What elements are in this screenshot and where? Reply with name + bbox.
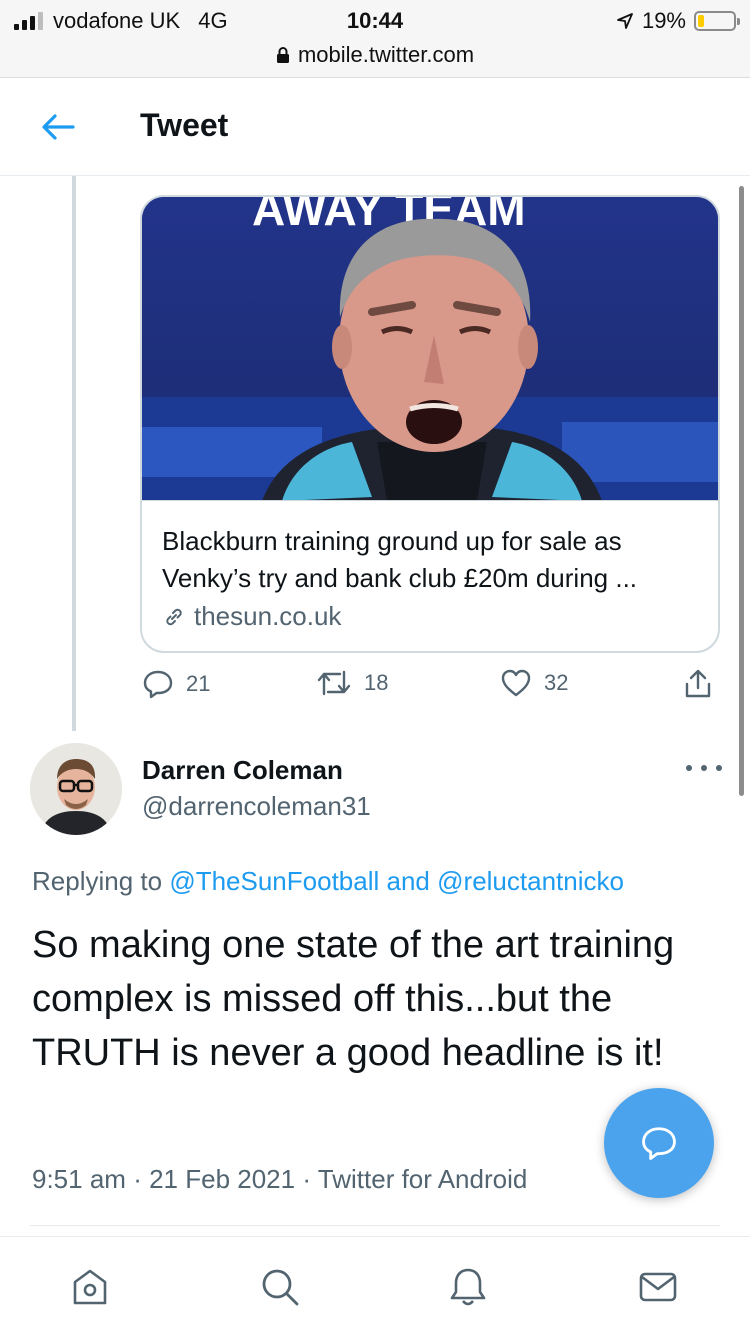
tweet-time[interactable]: 9:51 am <box>32 1164 126 1194</box>
tweet-source: Twitter for Android <box>317 1164 528 1194</box>
more-dot-icon <box>686 765 692 771</box>
url-bar[interactable]: mobile.twitter.com <box>0 42 750 68</box>
more-options-button[interactable] <box>686 756 722 780</box>
author-name[interactable]: Darren Coleman <box>142 755 343 786</box>
tweet-action-bar: 21 18 32 <box>140 668 720 712</box>
arrow-left-icon <box>42 114 75 140</box>
link-card-image: AWAY TEAM <box>142 197 718 501</box>
url-text: mobile.twitter.com <box>297 42 475 67</box>
lock-icon <box>276 47 289 63</box>
reply-count: 21 <box>186 671 211 696</box>
heart-icon <box>501 669 531 697</box>
retweet-icon <box>317 670 351 696</box>
link-icon <box>166 608 182 625</box>
meta-separator: · <box>133 1164 142 1194</box>
battery-icon <box>694 11 740 31</box>
replying-to: Replying to @TheSunFootball and @relucta… <box>32 866 624 897</box>
link-card-title: Blackburn training ground up for sale as… <box>162 526 638 593</box>
bottom-nav <box>0 1236 750 1334</box>
link-card-domain: thesun.co.uk <box>162 601 698 632</box>
share-icon <box>685 669 711 698</box>
messages-icon <box>639 1272 677 1302</box>
tweet-meta: 9:51 am · 21 Feb 2021 · Twitter for Andr… <box>32 1164 527 1195</box>
scrollbar[interactable] <box>739 186 744 796</box>
tweet-date[interactable]: 21 Feb 2021 <box>149 1164 295 1194</box>
avatar-photo <box>30 743 122 835</box>
battery-percent: 19% <box>641 8 686 33</box>
divider <box>30 1225 720 1226</box>
page-header: Tweet <box>0 79 750 176</box>
compose-reply-button[interactable] <box>604 1088 714 1198</box>
location-arrow-icon <box>617 13 633 29</box>
retweet-count: 18 <box>364 670 389 695</box>
replying-prefix: Replying to <box>32 866 163 896</box>
like-button[interactable]: 32 <box>500 668 568 698</box>
status-bar: vodafone UK 4G 10:44 19% mobile.twitter.… <box>0 0 750 78</box>
page-title: Tweet <box>140 107 229 143</box>
nav-home[interactable] <box>66 1263 114 1311</box>
more-dot-icon <box>716 765 722 771</box>
more-dot-icon <box>701 765 707 771</box>
status-bar-right: 19% <box>616 8 740 34</box>
card-photo: AWAY TEAM <box>142 197 718 500</box>
search-icon <box>262 1269 299 1306</box>
back-button[interactable] <box>36 105 80 149</box>
link-card-body: Blackburn training ground up for sale as… <box>142 501 718 632</box>
link-card-domain-text: thesun.co.uk <box>194 601 342 631</box>
meta-separator: · <box>302 1164 312 1194</box>
link-card[interactable]: AWAY TEAM Blackburn training ground up f… <box>140 195 720 653</box>
notifications-icon <box>450 1268 486 1306</box>
mention-link[interactable]: @TheSunFootball <box>169 866 379 896</box>
retweet-button[interactable]: 18 <box>316 668 388 698</box>
mention-link[interactable]: @reluctantnicko <box>437 866 624 896</box>
mention-and: and <box>386 866 430 896</box>
like-count: 32 <box>544 670 569 695</box>
home-icon <box>73 1269 107 1305</box>
author-handle[interactable]: @darrencoleman31 <box>142 791 371 822</box>
nav-search[interactable] <box>256 1263 304 1311</box>
avatar[interactable] <box>30 743 122 835</box>
thread-connector-line <box>72 176 76 731</box>
reply-bubble-icon <box>642 1127 676 1160</box>
reply-button[interactable]: 21 <box>142 668 210 700</box>
nav-messages[interactable] <box>634 1263 682 1311</box>
tweet-text: So making one state of the art training … <box>32 924 675 1074</box>
share-button[interactable] <box>682 668 714 700</box>
nav-notifications[interactable] <box>444 1263 492 1311</box>
reply-icon <box>143 670 173 699</box>
